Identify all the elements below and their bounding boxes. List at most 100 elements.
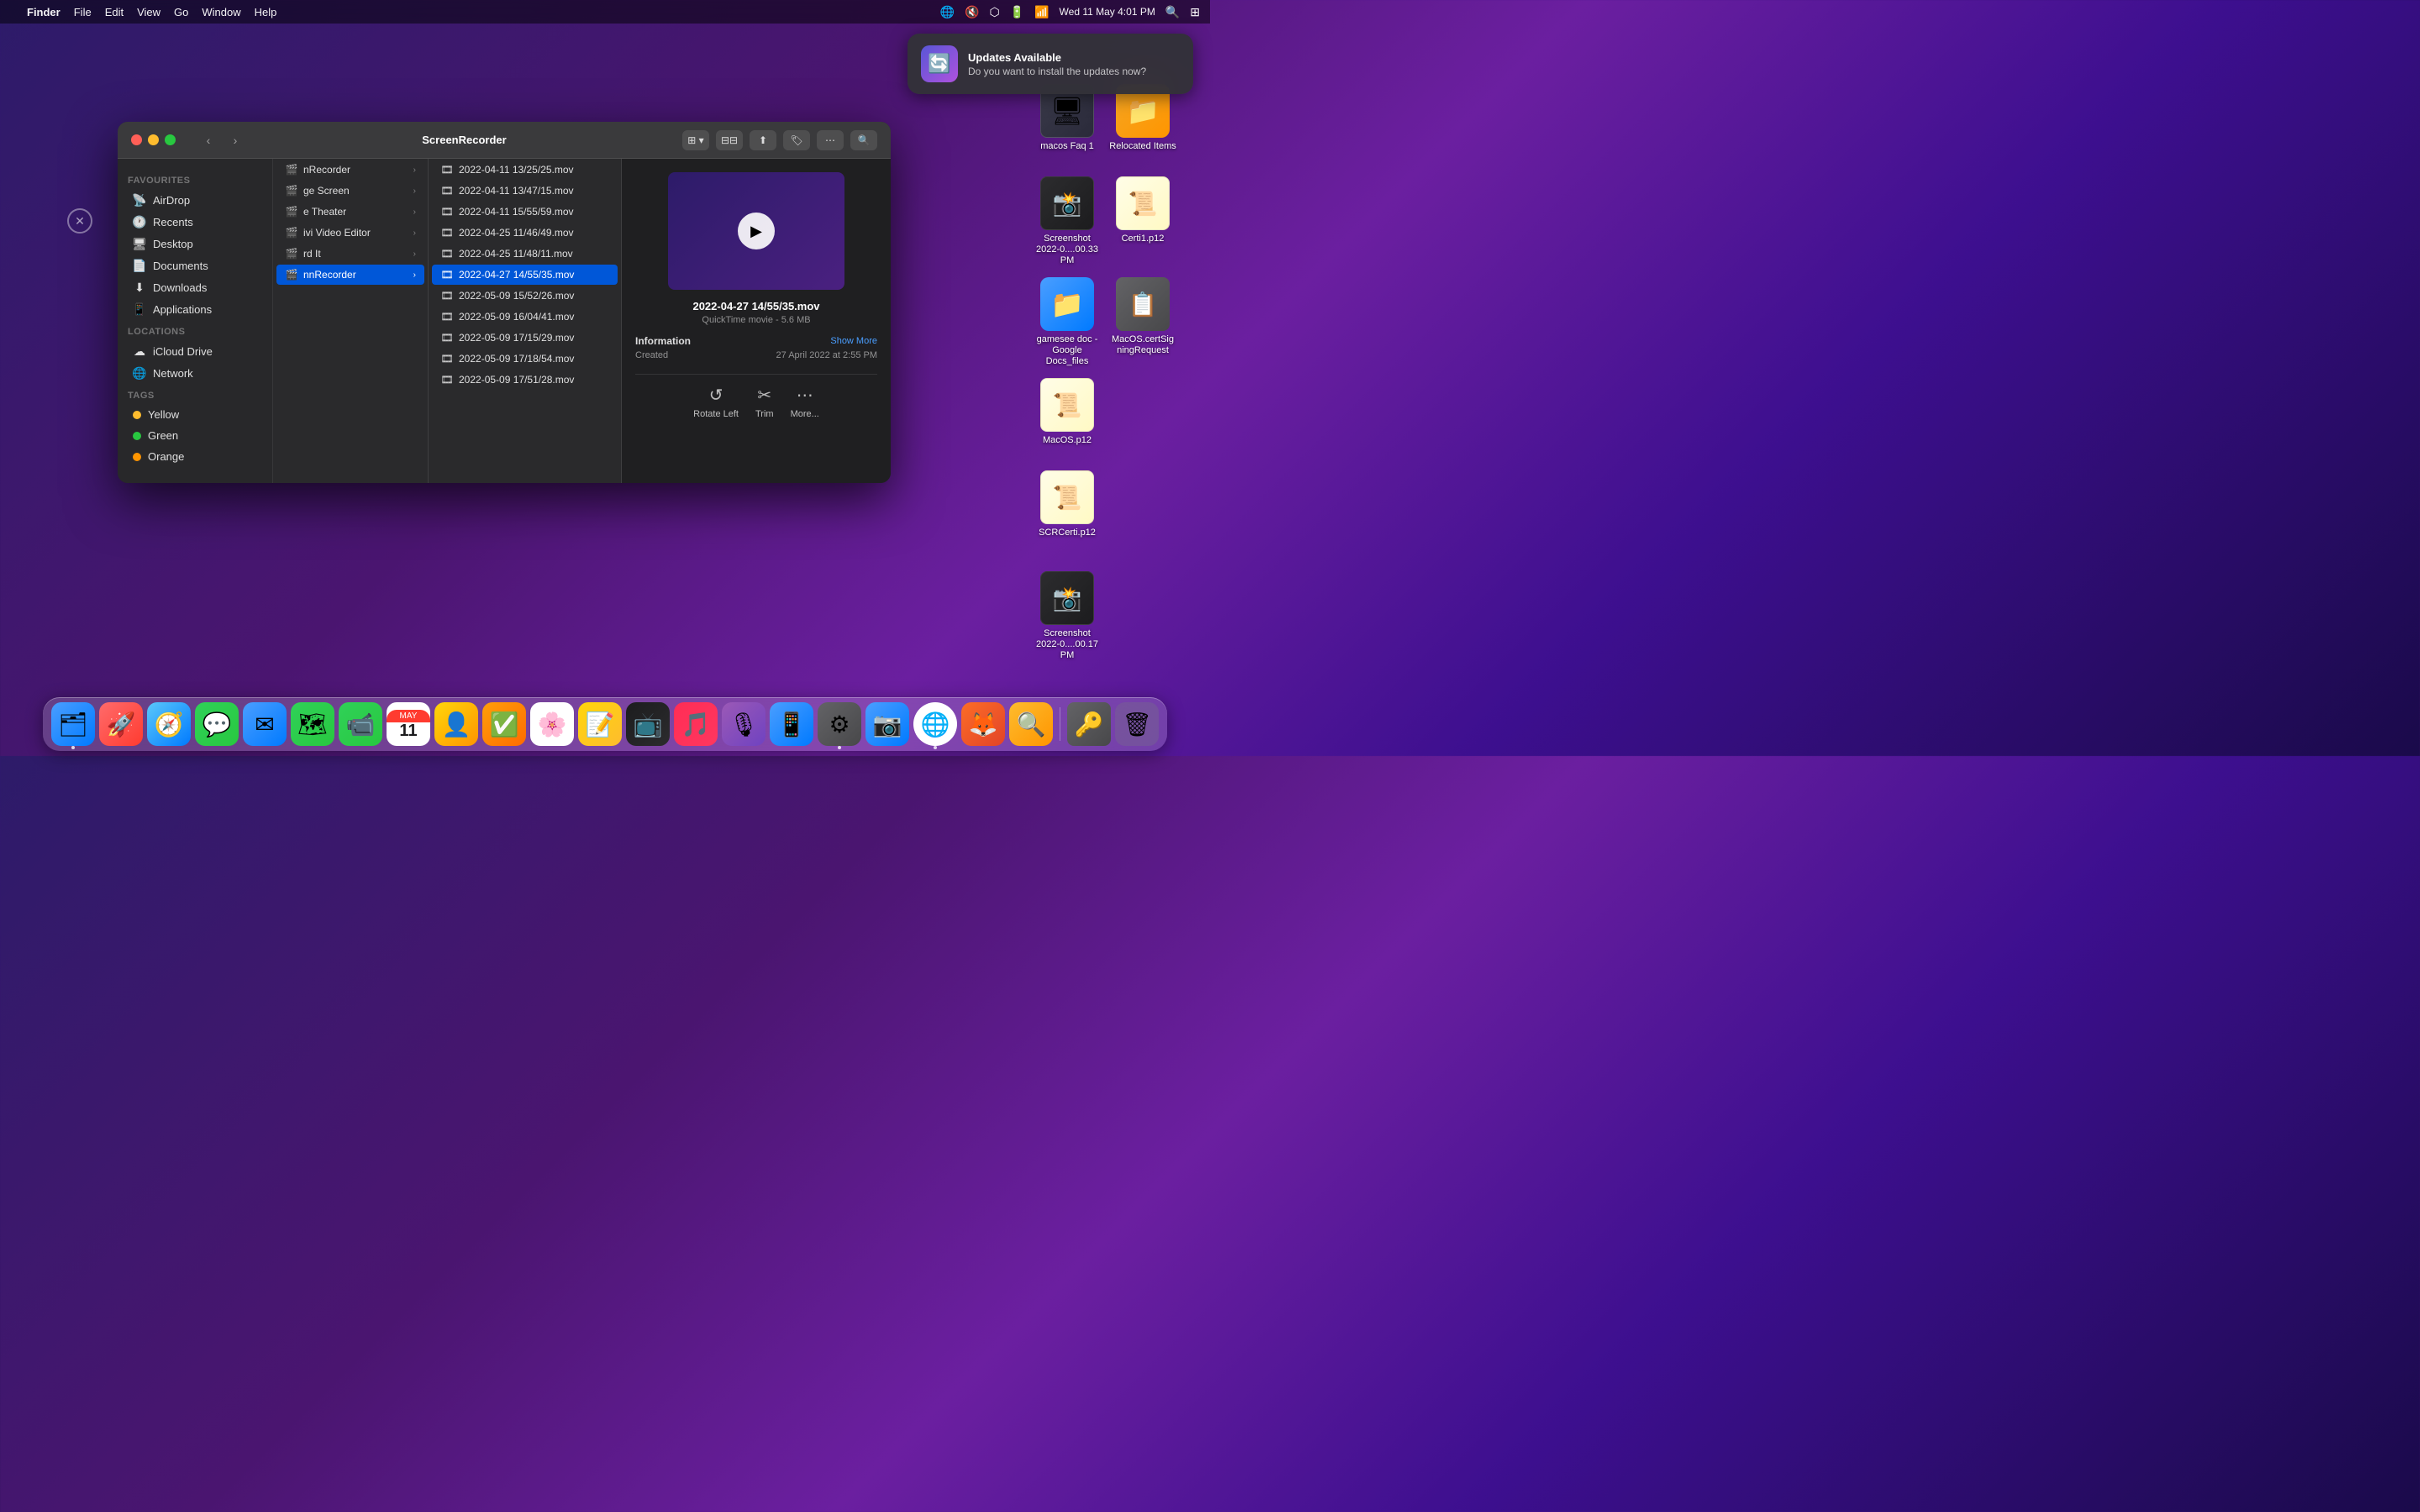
search-button[interactable]: 🔍 bbox=[850, 130, 877, 150]
view-menu[interactable]: View bbox=[137, 6, 160, 18]
dock-item-appletv[interactable]: 📺 bbox=[626, 702, 670, 746]
edit-menu[interactable]: Edit bbox=[105, 6, 124, 18]
forward-button[interactable]: › bbox=[224, 132, 246, 149]
dock-item-photos[interactable]: 🌸 bbox=[530, 702, 574, 746]
desktop-icon-gamesee[interactable]: 📁 gamesee doc - Google Docs_files bbox=[1034, 277, 1101, 368]
column-item[interactable]: 🎬 nRecorder › bbox=[276, 160, 424, 180]
dock-item-launchpad[interactable]: 🚀 bbox=[99, 702, 143, 746]
file-item[interactable]: 🎞 2022-05-09 17/18/54.mov bbox=[432, 349, 618, 369]
desktop-icon-certsigning[interactable]: 📋 MacOS.certSigningRequest bbox=[1109, 277, 1176, 356]
sidebar-item-recents[interactable]: 🕐 Recents bbox=[123, 211, 267, 233]
bluetooth-icon[interactable]: ⬡ bbox=[989, 5, 999, 19]
sidebar-item-tag-orange[interactable]: Orange bbox=[123, 446, 267, 467]
file-item[interactable]: 🎞 2022-05-09 17/15/29.mov bbox=[432, 328, 618, 348]
share-button[interactable]: ⬆ bbox=[750, 130, 776, 150]
dock-item-calendar[interactable]: MAY 11 bbox=[387, 702, 430, 746]
sidebar-item-desktop[interactable]: 🖥 Desktop bbox=[123, 233, 267, 255]
control-center-icon[interactable]: ⊞ bbox=[1190, 5, 1200, 19]
video-icon: 🎞 bbox=[440, 206, 454, 218]
show-more-button[interactable]: Show More bbox=[830, 336, 877, 346]
window-menu[interactable]: Window bbox=[202, 6, 240, 18]
view-grid-button[interactable]: ⊟⊟ bbox=[716, 130, 743, 150]
column-item-selected[interactable]: 🎬 nnRecorder › bbox=[276, 265, 424, 285]
dock-item-contacts[interactable]: 👤 bbox=[434, 702, 478, 746]
sidebar-item-downloads[interactable]: ⬇ Downloads bbox=[123, 276, 267, 298]
dock-item-notes[interactable]: 📝 bbox=[578, 702, 622, 746]
minimize-button[interactable] bbox=[148, 134, 159, 145]
file-menu[interactable]: File bbox=[74, 6, 92, 18]
wifi-icon[interactable]: 📶 bbox=[1034, 5, 1049, 19]
file-item[interactable]: 🎞 2022-04-25 11/48/11.mov bbox=[432, 244, 618, 264]
desktop-icon-screenshot1[interactable]: 📸 Screenshot 2022-0....00.33 PM bbox=[1034, 176, 1101, 267]
rotate-left-button[interactable]: ↺ Rotate Left bbox=[693, 385, 739, 419]
view-options-button[interactable]: ⊞ ▾ bbox=[682, 130, 709, 150]
desktop-icon-screenshot2[interactable]: 📸 Screenshot 2022-0....00.17 PM bbox=[1034, 571, 1101, 662]
dock-item-zoom[interactable]: 📷 bbox=[865, 702, 909, 746]
sidebar-item-icloud[interactable]: ☁ iCloud Drive bbox=[123, 340, 267, 362]
go-menu[interactable]: Go bbox=[174, 6, 188, 18]
desktop-icon-scr-certi[interactable]: 📜 SCRCerti.p12 bbox=[1034, 470, 1101, 538]
column-item[interactable]: 🎬 e Theater › bbox=[276, 202, 424, 222]
notification-banner[interactable]: 🔄 Updates Available Do you want to insta… bbox=[908, 34, 1193, 94]
dock-item-systemprefs[interactable]: ⚙ bbox=[818, 702, 861, 746]
desktop-icon-certi1[interactable]: 📜 Certi1.p12 bbox=[1109, 176, 1176, 244]
sidebar-item-tag-green[interactable]: Green bbox=[123, 425, 267, 446]
help-menu[interactable]: Help bbox=[255, 6, 277, 18]
desktop-icon-relocated[interactable]: 📁 Relocated Items bbox=[1109, 84, 1176, 152]
sidebar-item-network[interactable]: 🌐 Network bbox=[123, 362, 267, 384]
search-icon[interactable]: 🔍 bbox=[1165, 5, 1180, 19]
battery-icon[interactable]: 🔋 bbox=[1010, 5, 1024, 19]
close-button[interactable] bbox=[131, 134, 142, 145]
dock-item-trash[interactable]: 🗑 bbox=[1115, 702, 1159, 746]
close-button-overlay[interactable]: ✕ bbox=[67, 208, 92, 234]
sidebar-item-documents[interactable]: 📄 Documents bbox=[123, 255, 267, 276]
dock-item-chrome[interactable]: 🌐 bbox=[913, 702, 957, 746]
file-item[interactable]: 🎞 2022-04-25 11/46/49.mov bbox=[432, 223, 618, 243]
dock-item-music[interactable]: 🎵 bbox=[674, 702, 718, 746]
dock-item-mail[interactable]: ✉ bbox=[243, 702, 287, 746]
fullscreen-button[interactable] bbox=[165, 134, 176, 145]
sidebar-item-tag-yellow[interactable]: Yellow bbox=[123, 404, 267, 425]
dock-item-appstore[interactable]: 📱 bbox=[770, 702, 813, 746]
network-icon: 🌐 bbox=[133, 366, 146, 380]
desktop-icon-label: Certi1.p12 bbox=[1122, 234, 1165, 244]
dock-item-messages[interactable]: 💬 bbox=[195, 702, 239, 746]
sidebar-item-applications[interactable]: 📱 Applications bbox=[123, 298, 267, 320]
file-item[interactable]: 🎞 2022-05-09 15/52/26.mov bbox=[432, 286, 618, 306]
app-name[interactable]: Finder bbox=[27, 6, 60, 18]
desktop-icon-macos-p12[interactable]: 📜 MacOS.p12 bbox=[1034, 378, 1101, 446]
globe-icon[interactable]: 🌐 bbox=[940, 5, 955, 19]
column-item[interactable]: 🎬 ge Screen › bbox=[276, 181, 424, 201]
file-item-selected[interactable]: 🎞 2022-04-27 14/55/35.mov bbox=[432, 265, 618, 285]
file-item[interactable]: 🎞 2022-04-11 15/55/59.mov bbox=[432, 202, 618, 222]
file-item[interactable]: 🎞 2022-05-09 17/51/28.mov bbox=[432, 370, 618, 390]
mute-icon[interactable]: 🔇 bbox=[965, 5, 979, 19]
dock-item-reminders[interactable]: ✅ bbox=[482, 702, 526, 746]
file-item[interactable]: 🎞 2022-04-11 13/25/25.mov bbox=[432, 160, 618, 180]
video-icon: 🎞 bbox=[440, 290, 454, 302]
video-icon: 🎞 bbox=[440, 269, 454, 281]
desktop-icon-macos-faq[interactable]: 🖥 macos Faq 1 bbox=[1034, 84, 1101, 152]
sidebar-item-airdrop[interactable]: 📡 AirDrop bbox=[123, 189, 267, 211]
trim-button[interactable]: ✂ Trim bbox=[755, 385, 774, 419]
video-preview[interactable]: ▶ bbox=[668, 172, 844, 290]
file-item[interactable]: 🎞 2022-05-09 16/04/41.mov bbox=[432, 307, 618, 327]
dock-item-maps[interactable]: 🗺 bbox=[291, 702, 334, 746]
back-button[interactable]: ‹ bbox=[197, 132, 219, 149]
dock-item-proxyman[interactable]: 🔍 bbox=[1009, 702, 1053, 746]
dock-item-finder[interactable]: 🗂 bbox=[51, 702, 95, 746]
column-item[interactable]: 🎬 ivi Video Editor › bbox=[276, 223, 424, 243]
file-item-name: 2022-04-11 13/25/25.mov bbox=[459, 164, 574, 176]
dock-item-safari[interactable]: 🧭 bbox=[147, 702, 191, 746]
dock-item-facetime[interactable]: 📹 bbox=[339, 702, 382, 746]
dock: 🗂 🚀 🧭 💬 ✉ 🗺 📹 MAY 11 👤 ✅ 🌸 📝 📺 🎵 🎙 bbox=[43, 697, 1167, 751]
play-button[interactable]: ▶ bbox=[738, 213, 775, 249]
more-options-button[interactable]: ⋯ bbox=[817, 130, 844, 150]
tags-button[interactable]: 🏷 bbox=[783, 130, 810, 150]
file-item[interactable]: 🎞 2022-04-11 13/47/15.mov bbox=[432, 181, 618, 201]
column-item[interactable]: 🎬 rd It › bbox=[276, 244, 424, 264]
dock-item-keychain[interactable]: 🔑 bbox=[1067, 702, 1111, 746]
more-actions-button[interactable]: ⋯ More... bbox=[791, 385, 819, 419]
dock-item-gitlab[interactable]: 🦊 bbox=[961, 702, 1005, 746]
dock-item-podcasts[interactable]: 🎙 bbox=[722, 702, 765, 746]
